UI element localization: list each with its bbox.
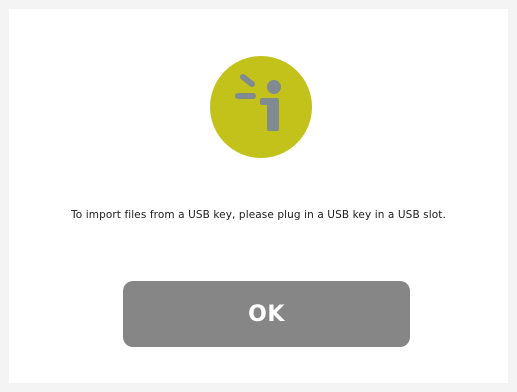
usb-import-dialog: To import files from a USB key, please p… [9, 9, 508, 383]
dialog-message: To import files from a USB key, please p… [71, 209, 446, 221]
info-icon [210, 56, 312, 158]
ok-button[interactable]: OK [123, 281, 410, 347]
